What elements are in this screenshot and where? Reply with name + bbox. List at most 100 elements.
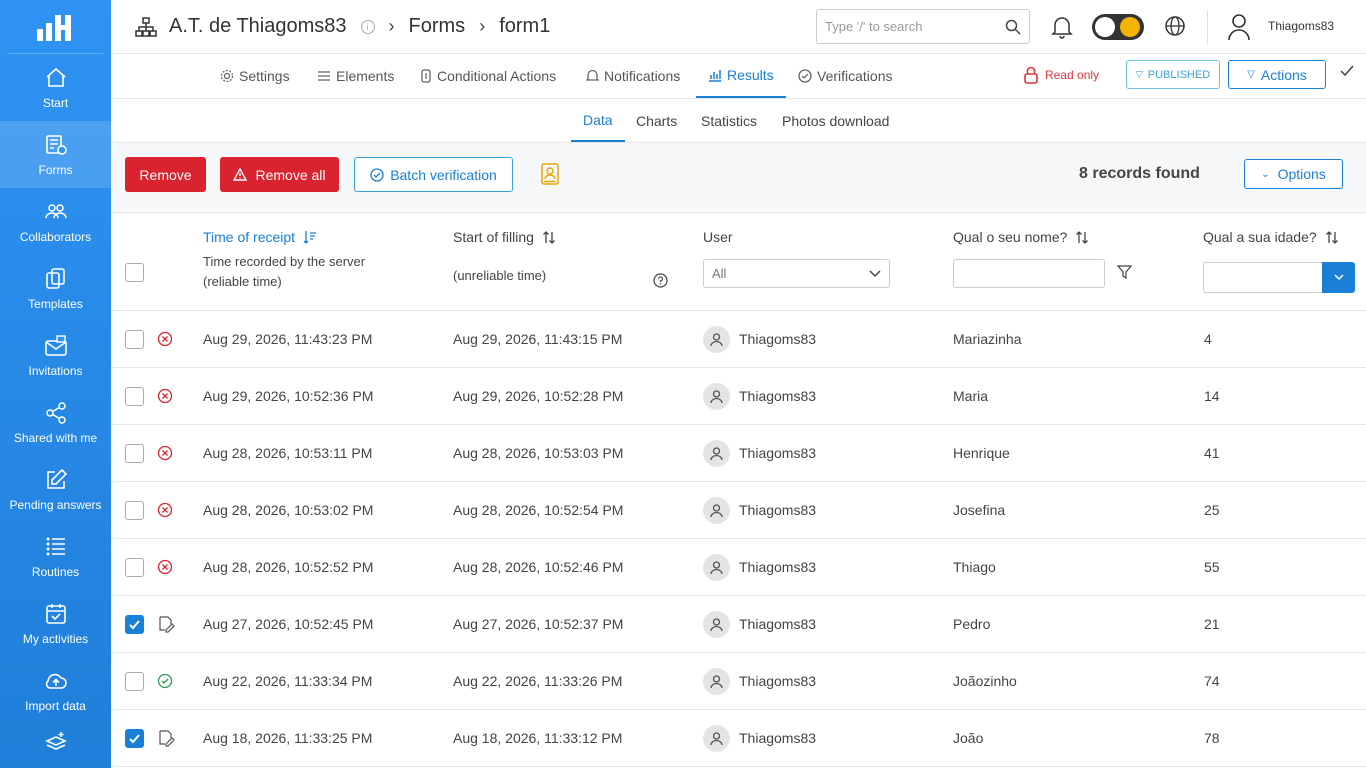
col-time-of-receipt[interactable]: Time of receipt: [203, 229, 317, 245]
invitations-icon: [44, 334, 67, 356]
col-age[interactable]: Qual a sua idade?: [1203, 229, 1339, 245]
cell-start-of-filling: Aug 28, 2026, 10:52:54 PM: [453, 502, 624, 518]
table-row[interactable]: Aug 28, 2026, 10:52:52 PM Aug 28, 2026, 1…: [111, 539, 1366, 596]
col-start-of-filling[interactable]: Start of filling: [453, 229, 556, 245]
user-name: Thiagoms83: [739, 331, 817, 347]
crumb-form[interactable]: form1: [499, 15, 550, 38]
sidebar-item-forms[interactable]: Forms: [0, 121, 111, 188]
age-filter-dropdown[interactable]: [1322, 262, 1355, 293]
table-row[interactable]: Aug 22, 2026, 11:33:34 PM Aug 22, 2026, 1…: [111, 653, 1366, 710]
sidebar-item-start[interactable]: Start: [0, 54, 111, 121]
logo-icon: [36, 14, 71, 41]
check-circle-icon: [798, 69, 812, 83]
row-checkbox[interactable]: [125, 614, 144, 634]
globe-icon[interactable]: [1164, 15, 1186, 37]
username[interactable]: Thiagoms83: [1268, 19, 1334, 33]
table-row[interactable]: Aug 28, 2026, 10:53:02 PM Aug 28, 2026, 1…: [111, 482, 1366, 539]
pending-edit-icon[interactable]: [157, 615, 175, 633]
sun-icon: [1120, 17, 1140, 37]
cell-age: 41: [1204, 445, 1220, 461]
app-logo[interactable]: [8, 0, 103, 54]
tab-verifications[interactable]: Verifications: [798, 54, 892, 98]
rejected-icon[interactable]: [157, 445, 173, 461]
row-checkbox[interactable]: [125, 671, 144, 691]
sidebar-item-shared-with-me[interactable]: Shared with me: [0, 389, 111, 456]
chevron-down-icon: ▽: [1247, 69, 1255, 80]
approved-icon[interactable]: [157, 673, 173, 689]
rejected-icon[interactable]: [157, 331, 173, 347]
search-input[interactable]: [825, 19, 1005, 34]
user-icon: [710, 674, 723, 688]
name-filter-input[interactable]: [953, 259, 1105, 288]
tab-elements[interactable]: Elements: [317, 54, 394, 98]
select-all-checkbox[interactable]: [125, 263, 144, 282]
row-checkbox[interactable]: [125, 386, 144, 406]
user-filter-select[interactable]: All: [703, 259, 890, 288]
rejected-icon[interactable]: [157, 502, 173, 518]
cell-start-of-filling: Aug 28, 2026, 10:52:46 PM: [453, 559, 624, 575]
tab-conditional-actions[interactable]: Conditional Actions: [420, 54, 556, 98]
actions-button[interactable]: ▽ Actions: [1228, 60, 1326, 89]
tab-settings[interactable]: Settings: [220, 54, 290, 98]
table-row[interactable]: Aug 27, 2026, 10:52:45 PM Aug 27, 2026, 1…: [111, 596, 1366, 653]
batch-verification-button[interactable]: Batch verification: [354, 157, 513, 192]
user-icon: [710, 332, 723, 346]
subtab-photos-download[interactable]: Photos download: [770, 99, 901, 142]
age-filter-input[interactable]: [1203, 262, 1323, 293]
rejected-icon[interactable]: [157, 559, 173, 575]
subtab-data[interactable]: Data: [571, 99, 625, 142]
options-button[interactable]: ⌄ Options: [1244, 159, 1343, 189]
rejected-icon[interactable]: [157, 388, 173, 404]
table-row[interactable]: Aug 29, 2026, 10:52:36 PM Aug 29, 2026, 1…: [111, 368, 1366, 425]
subtab-statistics[interactable]: Statistics: [689, 99, 769, 142]
cell-age: 25: [1204, 502, 1220, 518]
theme-toggle[interactable]: [1092, 14, 1144, 40]
sidebar-item-invitations[interactable]: Invitations: [0, 322, 111, 389]
contact-card-icon[interactable]: [541, 163, 559, 185]
tab-notifications[interactable]: Notifications: [586, 54, 680, 98]
row-checkbox[interactable]: [125, 500, 144, 520]
subtab-charts[interactable]: Charts: [624, 99, 689, 142]
user-name: Thiagoms83: [739, 730, 817, 746]
bell-icon[interactable]: [1051, 15, 1073, 39]
col-name[interactable]: Qual o seu nome?: [953, 229, 1089, 245]
user-name: Thiagoms83: [739, 673, 817, 689]
sidebar-item-pending-answers[interactable]: Pending answers: [0, 456, 111, 523]
search-icon[interactable]: [1005, 19, 1021, 35]
cell-age: 74: [1204, 673, 1220, 689]
row-checkbox[interactable]: [125, 728, 144, 748]
table-row[interactable]: Aug 18, 2026, 11:33:25 PM Aug 18, 2026, 1…: [111, 710, 1366, 767]
table-row[interactable]: Aug 29, 2026, 11:43:23 PM Aug 29, 2026, 1…: [111, 311, 1366, 368]
row-checkbox[interactable]: [125, 329, 144, 349]
results-subtabs: Data Charts Statistics Photos download: [111, 99, 1366, 143]
sidebar-item-import-data[interactable]: Import data: [0, 657, 111, 724]
crumb-forms[interactable]: Forms: [409, 15, 466, 38]
breadcrumb: A.T. de Thiagoms83 i › Forms › form1: [135, 15, 550, 38]
remove-all-button[interactable]: Remove all: [220, 157, 339, 192]
org-name[interactable]: A.T. de Thiagoms83: [169, 15, 347, 38]
sitemap-icon: [135, 16, 157, 37]
sidebar-item-routines[interactable]: Routines: [0, 523, 111, 590]
check-icon[interactable]: [1339, 64, 1355, 78]
search-box[interactable]: [816, 9, 1030, 44]
pending-edit-icon[interactable]: [157, 729, 175, 747]
sidebar-item-more[interactable]: [0, 724, 111, 764]
sidebar-item-collaborators[interactable]: Collaborators: [0, 188, 111, 255]
published-button[interactable]: ▽ PUBLISHED: [1126, 60, 1220, 89]
user-icon: [710, 560, 723, 574]
start-filling-description: (unreliable time): [453, 268, 547, 283]
help-icon[interactable]: [653, 273, 668, 288]
tab-results[interactable]: Results: [696, 54, 786, 98]
cell-time-of-receipt: Aug 28, 2026, 10:52:52 PM: [203, 559, 374, 575]
row-checkbox[interactable]: [125, 443, 144, 463]
user-icon: [710, 446, 723, 460]
sidebar-item-templates[interactable]: Templates: [0, 255, 111, 322]
filter-icon[interactable]: [1117, 265, 1132, 280]
table-row[interactable]: Aug 28, 2026, 10:53:11 PM Aug 28, 2026, 1…: [111, 425, 1366, 482]
row-checkbox[interactable]: [125, 557, 144, 577]
info-icon[interactable]: i: [360, 19, 375, 34]
sidebar-item-my-activities[interactable]: My activities: [0, 590, 111, 657]
remove-button[interactable]: Remove: [125, 157, 206, 192]
sort-icon: [542, 230, 555, 244]
user-icon[interactable]: [1227, 13, 1251, 41]
